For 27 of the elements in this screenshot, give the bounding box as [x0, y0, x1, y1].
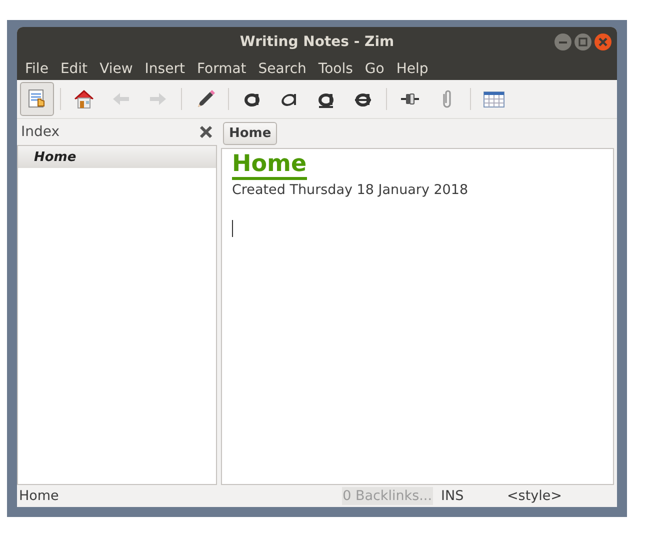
index-tree[interactable]: Home: [17, 145, 217, 485]
menu-item[interactable]: Edit: [54, 60, 94, 76]
close-button[interactable]: [594, 33, 612, 51]
index-button[interactable]: [20, 82, 54, 116]
menu-item[interactable]: File: [19, 60, 54, 76]
minimize-button[interactable]: [554, 33, 572, 51]
maximize-button[interactable]: [574, 33, 592, 51]
text-cursor: [232, 220, 233, 237]
menu-item[interactable]: Tools: [312, 60, 359, 76]
menu-item[interactable]: View: [94, 60, 139, 76]
created-date: Created Thursday 18 January 2018: [232, 182, 470, 198]
page-heading: Home: [232, 151, 307, 180]
style-label: <style>: [507, 488, 563, 504]
tree-item[interactable]: Home: [18, 146, 216, 168]
menu-item[interactable]: Insert: [138, 60, 191, 76]
path-button[interactable]: Home: [223, 122, 278, 145]
pane-title: Index: [21, 124, 60, 140]
close-icon[interactable]: [199, 125, 213, 139]
menu-item[interactable]: Search: [252, 60, 312, 76]
home-icon: [73, 88, 95, 110]
status-page: Home: [19, 488, 59, 504]
menu-item[interactable]: Help: [390, 60, 434, 76]
menu-item[interactable]: Go: [358, 60, 390, 76]
menu-item[interactable]: Format: [190, 60, 252, 76]
window-title: Writing Notes - Zim: [240, 34, 394, 50]
insert-mode: INS: [441, 488, 465, 504]
page-editor[interactable]: Home Created Thursday 18 January 2018: [221, 148, 614, 485]
